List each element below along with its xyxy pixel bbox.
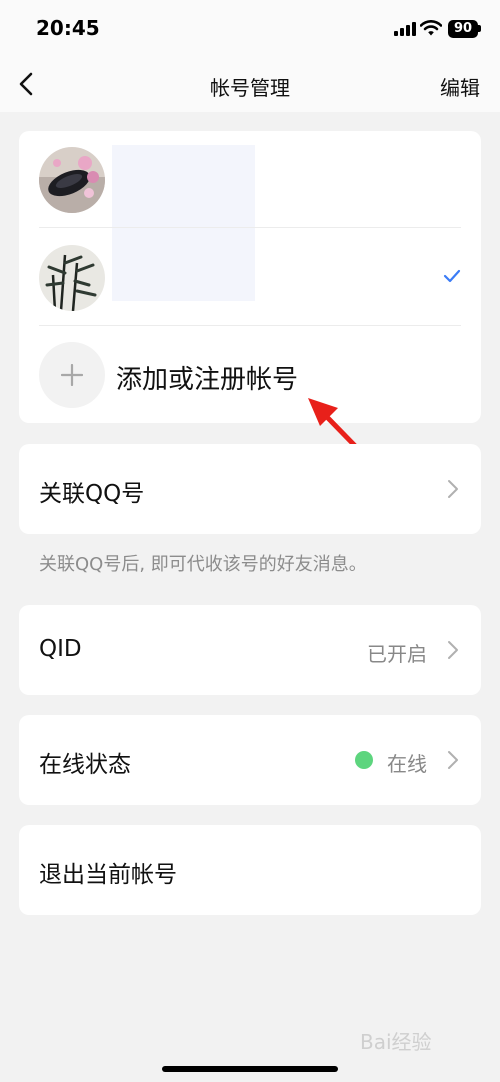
qid-label: QID <box>39 636 82 662</box>
add-account-label[interactable]: 添加或注册帐号 <box>116 359 298 396</box>
account-name-redaction <box>112 145 255 301</box>
logout-label: 退出当前帐号 <box>39 862 177 888</box>
accounts-card: 添加或注册帐号 <box>19 131 481 423</box>
home-indicator[interactable] <box>162 1066 338 1072</box>
divider <box>39 325 461 326</box>
link-qq-label: 关联QQ号 <box>39 481 145 507</box>
chevron-right-icon <box>447 640 459 660</box>
edit-button[interactable]: 编辑 <box>440 72 480 101</box>
qid-status-value: 已开启 <box>367 642 427 666</box>
status-time: 20:45 <box>36 16 100 40</box>
battery-tip <box>478 25 481 32</box>
online-dot-icon <box>355 751 373 769</box>
chevron-right-icon <box>447 479 459 499</box>
logout-row[interactable]: 退出当前帐号 <box>19 825 481 915</box>
status-bar: 20:45 90 <box>0 0 500 56</box>
chevron-right-icon <box>447 750 459 770</box>
nav-bar: 帐号管理 编辑 <box>0 56 500 112</box>
qid-row[interactable]: QID 已开启 <box>19 605 481 695</box>
page-title: 帐号管理 <box>210 76 290 100</box>
watermark-logo: Bai经验 <box>360 1030 432 1054</box>
cellular-signal-icon <box>394 22 418 36</box>
link-qq-note: 关联QQ号后, 即可代收该号的好友消息。 <box>39 554 367 575</box>
add-account-button[interactable] <box>39 342 105 408</box>
divider <box>39 227 461 228</box>
battery-icon: 90 <box>448 20 478 38</box>
online-status-label: 在线状态 <box>39 752 131 778</box>
account-avatar-2[interactable] <box>39 245 105 311</box>
account-avatar-1[interactable] <box>39 147 105 213</box>
selected-check-icon <box>443 268 461 283</box>
wifi-icon <box>419 20 443 36</box>
online-status-row[interactable]: 在线状态 在线 <box>19 715 481 805</box>
online-status-value: 在线 <box>387 752 427 776</box>
plus-icon <box>61 364 83 386</box>
link-qq-row[interactable]: 关联QQ号 <box>19 444 481 534</box>
